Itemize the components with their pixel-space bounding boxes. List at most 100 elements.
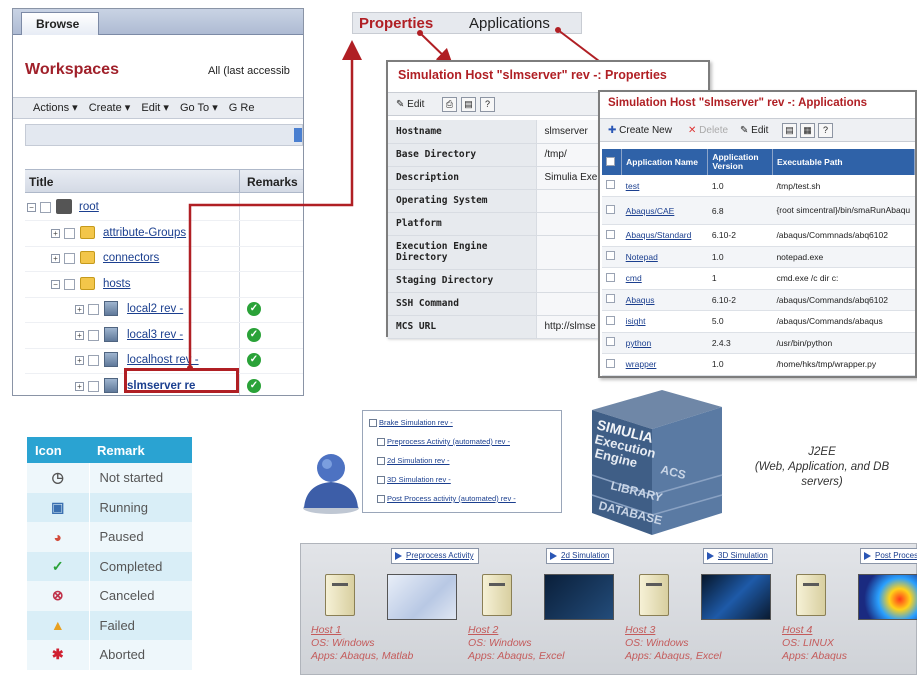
tree-row[interactable]: + connectors — [25, 246, 303, 272]
tree-row[interactable]: + attribute-Groups — [25, 221, 303, 247]
row-checkbox[interactable] — [606, 294, 615, 304]
activity-link[interactable]: Post Process activity — [860, 548, 917, 564]
row-checkbox[interactable] — [606, 315, 615, 325]
tree-item-label[interactable]: hosts — [103, 278, 131, 290]
tab-applications[interactable]: Applications — [469, 15, 550, 32]
expand-toggle[interactable]: + — [51, 254, 60, 263]
row-checkbox[interactable] — [606, 251, 615, 261]
process-activity[interactable]: Preprocess Activity (automated) rev - — [377, 437, 510, 447]
app-name-link[interactable]: isight — [621, 310, 708, 333]
help-icon[interactable]: ? — [480, 97, 495, 112]
app-name-link[interactable]: Abaqus — [621, 289, 708, 311]
host-name[interactable]: Host 1 — [311, 624, 413, 637]
tree-item-label[interactable]: root — [79, 201, 99, 213]
menu-refresh[interactable]: G Re — [229, 102, 255, 114]
row-checkbox-cell[interactable] — [602, 224, 622, 247]
select-all-header[interactable] — [602, 149, 623, 175]
delete-button[interactable]: ✕ Delete — [688, 123, 728, 138]
menu-edit[interactable]: Edit ▾ — [141, 102, 169, 114]
row-checkbox[interactable] — [606, 229, 615, 239]
activity-link[interactable]: 3D Simulation — [703, 548, 773, 564]
tree-row[interactable]: + local2 rev - ✓ — [25, 297, 303, 323]
row-checkbox-cell[interactable] — [602, 332, 622, 354]
table-row[interactable]: test 1.0/tmp/test.sh — [602, 175, 915, 197]
edit-button[interactable]: ✎ Edit — [396, 97, 424, 112]
expand-toggle[interactable]: − — [51, 279, 60, 289]
menu-actions[interactable]: Actions ▾ — [33, 102, 78, 114]
table-row[interactable]: python 2.4.3/usr/bin/python — [602, 332, 915, 354]
export-icon[interactable]: ▤ — [461, 97, 476, 112]
tree-row[interactable]: − hosts — [25, 272, 303, 298]
search-input[interactable] — [25, 124, 303, 146]
tree-item-label[interactable]: attribute-Groups — [103, 227, 186, 239]
row-checkbox-cell[interactable] — [602, 353, 622, 376]
row-checkbox[interactable] — [88, 355, 99, 366]
row-checkbox[interactable] — [88, 329, 99, 341]
row-checkbox[interactable] — [64, 227, 75, 239]
table-row[interactable]: Abaqus/Standard 6.10-2/abaqus/Commnads/ab… — [602, 224, 915, 247]
tab-browse[interactable]: Browse — [21, 12, 99, 35]
checkbox-icon[interactable] — [377, 457, 385, 466]
process-root[interactable]: Brake Simulation rev - — [369, 418, 453, 428]
help-icon[interactable]: ? — [818, 123, 833, 138]
checkbox-icon[interactable] — [369, 419, 377, 428]
expand-toggle[interactable]: + — [75, 305, 84, 314]
app-name-link[interactable]: Abaqus/CAE — [621, 196, 708, 225]
host-name[interactable]: Host 2 — [468, 624, 565, 637]
row-checkbox-cell[interactable] — [602, 267, 622, 290]
row-checkbox-cell[interactable] — [602, 196, 622, 225]
column-title[interactable]: Title — [29, 175, 53, 189]
edit-button[interactable]: ✎ Edit — [740, 123, 768, 138]
process-activity[interactable]: 2d Simulation rev - — [377, 456, 450, 466]
app-name-link[interactable]: python — [621, 332, 708, 354]
expand-toggle[interactable]: + — [75, 356, 84, 365]
row-checkbox[interactable] — [40, 202, 51, 213]
activity-link[interactable]: 2d Simulation — [546, 548, 615, 564]
tree-row[interactable]: + local3 rev - ✓ — [25, 323, 303, 349]
column-remarks[interactable]: Remarks — [247, 175, 298, 189]
menu-goto[interactable]: Go To ▾ — [180, 102, 218, 114]
select-all-checkbox[interactable] — [606, 156, 615, 166]
export-icon[interactable]: ▤ — [782, 123, 797, 138]
row-checkbox-cell[interactable] — [602, 175, 622, 197]
row-checkbox-cell[interactable] — [602, 289, 622, 311]
column-exec-path[interactable]: Executable Path — [772, 149, 915, 175]
row-checkbox[interactable] — [606, 358, 615, 368]
tree-item-label[interactable]: local2 rev - — [127, 303, 183, 315]
row-checkbox[interactable] — [64, 253, 75, 264]
app-name-link[interactable]: wrapper — [621, 353, 708, 376]
row-checkbox[interactable] — [64, 278, 75, 290]
row-checkbox[interactable] — [606, 180, 615, 189]
host-name[interactable]: Host 3 — [625, 624, 722, 637]
row-checkbox[interactable] — [88, 380, 99, 392]
expand-toggle[interactable]: + — [75, 330, 84, 340]
expand-toggle[interactable]: − — [27, 203, 36, 212]
table-row[interactable]: Notepad 1.0 notepad.exe — [602, 246, 915, 268]
expand-toggle[interactable]: + — [51, 228, 60, 238]
column-app-version[interactable]: Application Version — [707, 149, 773, 175]
process-activity[interactable]: Post Process activity (automated) rev - — [377, 494, 516, 504]
row-checkbox[interactable] — [606, 205, 615, 214]
row-checkbox-cell[interactable] — [602, 246, 622, 268]
workspace-filter-select[interactable]: All (last accessib — [208, 65, 290, 77]
row-checkbox[interactable] — [606, 337, 615, 347]
tree-row[interactable]: − root — [25, 195, 303, 221]
table-row[interactable]: wrapper 1.0/home/hks/tmp/wrapper.py — [602, 353, 915, 376]
app-name-link[interactable]: test — [621, 175, 708, 197]
tree-item-label[interactable]: connectors — [103, 252, 159, 264]
tab-properties[interactable]: Properties — [359, 15, 433, 32]
print-icon[interactable]: ▦ — [800, 123, 815, 138]
create-new-button[interactable]: ✚ Create New — [608, 123, 672, 138]
app-name-link[interactable]: Notepad — [621, 246, 708, 268]
tree-item-label[interactable]: localhost rev - — [127, 354, 199, 366]
row-checkbox[interactable] — [88, 304, 99, 315]
checkbox-icon[interactable] — [377, 495, 385, 504]
table-row[interactable]: cmd 1 cmd.exe /c dir c: — [602, 267, 915, 290]
app-name-link[interactable]: cmd — [621, 267, 708, 290]
process-activity[interactable]: 3D Simulation rev - — [377, 475, 451, 485]
print-icon[interactable]: ⎙ — [442, 97, 457, 112]
table-row[interactable]: isight 5.0/abaqus/Commands/abaqus — [602, 310, 915, 333]
checkbox-icon[interactable] — [377, 438, 385, 447]
tree-item-label[interactable]: local3 rev - — [127, 329, 183, 341]
row-checkbox-cell[interactable] — [602, 310, 622, 333]
